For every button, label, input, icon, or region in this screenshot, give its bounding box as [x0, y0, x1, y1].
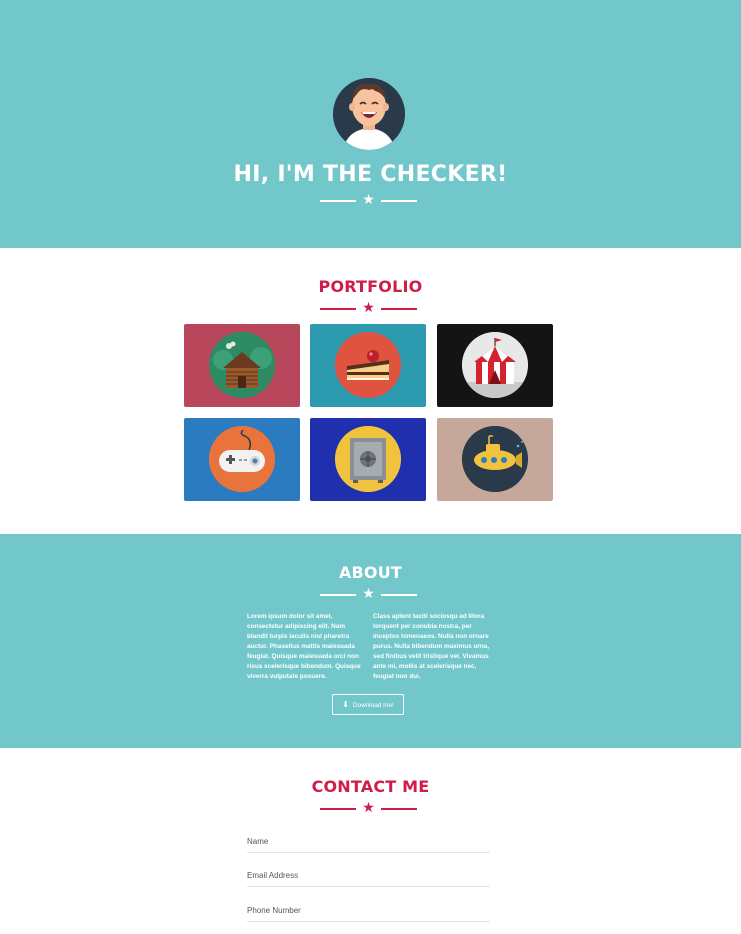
- about-paragraph-right: Class aptent taciti sociosqu ad litora t…: [373, 613, 490, 680]
- about-paragraph-left: Lorem ipsum dolor sit amet, consectetur …: [247, 613, 361, 680]
- email-field[interactable]: [247, 871, 490, 880]
- email-field-row: [247, 866, 490, 887]
- portfolio-item-circus[interactable]: [437, 324, 553, 407]
- about-title: ABOUT: [338, 563, 403, 582]
- cabin-icon: [209, 332, 275, 398]
- hero-section: HI, I'M THE CHECKER! ★: [0, 0, 741, 248]
- hero-divider: ★: [320, 191, 417, 208]
- download-button[interactable]: ⬇ Download me!: [332, 694, 404, 715]
- portfolio-item-submarine[interactable]: [437, 418, 553, 501]
- star-icon: ★: [362, 191, 375, 207]
- contact-divider: ★: [320, 799, 417, 816]
- portfolio-title: PORTFOLIO: [318, 277, 423, 296]
- portfolio-section: PORTFOLIO ★: [0, 248, 741, 534]
- download-icon: ⬇: [342, 700, 349, 709]
- hero-title: HI, I'M THE CHECKER!: [233, 162, 508, 187]
- submarine-icon: [462, 426, 528, 492]
- portfolio-item-safe[interactable]: [310, 418, 426, 501]
- contact-title: CONTACT ME: [311, 777, 430, 796]
- game-controller-icon: [209, 426, 275, 492]
- star-icon: ★: [362, 799, 375, 815]
- portfolio-divider: ★: [320, 299, 417, 316]
- about-section: ABOUT ★ Lorem ipsum dolor sit amet, cons…: [0, 534, 741, 748]
- portfolio-item-controller[interactable]: [184, 418, 300, 501]
- star-icon: ★: [362, 585, 375, 601]
- name-field-row: [247, 832, 490, 853]
- about-divider: ★: [320, 585, 417, 602]
- cake-icon: [335, 332, 401, 398]
- download-label: Download me!: [352, 702, 394, 709]
- portfolio-item-cabin[interactable]: [184, 324, 300, 407]
- star-icon: ★: [362, 299, 375, 315]
- avatar-icon: [333, 78, 405, 150]
- circus-tent-icon: [462, 332, 528, 398]
- name-field[interactable]: [247, 837, 490, 846]
- portfolio-item-cake[interactable]: [310, 324, 426, 407]
- phone-field-row: [247, 901, 490, 922]
- phone-field[interactable]: [247, 906, 490, 915]
- contact-section: CONTACT ME ★: [0, 748, 741, 934]
- safe-icon: [335, 426, 401, 492]
